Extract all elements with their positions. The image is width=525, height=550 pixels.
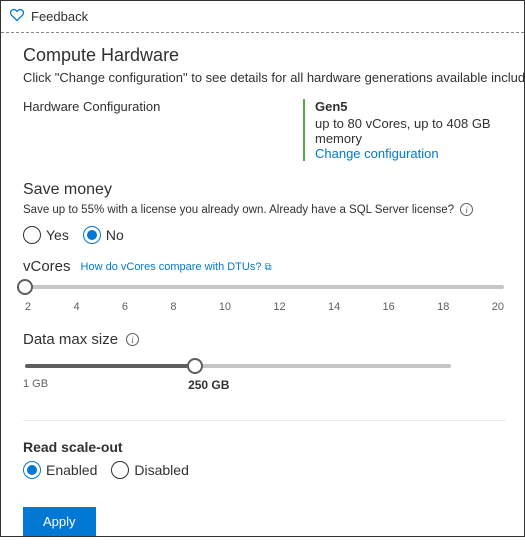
info-icon[interactable]: i [460, 203, 473, 216]
radio-circle-icon [23, 461, 41, 479]
compute-hardware-title: Compute Hardware [23, 45, 506, 66]
apply-button[interactable]: Apply [23, 507, 96, 536]
hardware-config-label: Hardware Configuration [23, 99, 303, 114]
change-configuration-link[interactable]: Change configuration [315, 146, 506, 161]
feedback-bar[interactable]: Feedback [1, 1, 524, 33]
license-yes-label: Yes [46, 227, 69, 243]
slider-thumb-icon[interactable] [17, 279, 33, 295]
read-scale-disabled-radio[interactable]: Disabled [111, 461, 188, 479]
data-size-min: 1 GB [23, 378, 48, 392]
read-scale-out-label: Read scale-out [23, 439, 506, 455]
vcores-label: vCores [23, 258, 71, 275]
read-scale-enabled-radio[interactable]: Enabled [23, 461, 97, 479]
hardware-config-value: Gen5 up to 80 vCores, up to 408 GB memor… [303, 99, 506, 161]
vcores-header: vCores How do vCores compare with DTUs? … [23, 258, 506, 275]
read-scale-radio-group: Enabled Disabled [23, 461, 506, 479]
read-scale-disabled-label: Disabled [134, 462, 188, 478]
license-yes-radio[interactable]: Yes [23, 226, 69, 244]
radio-circle-icon [83, 226, 101, 244]
radio-circle-icon [111, 461, 129, 479]
data-size-value: 250 GB [188, 378, 229, 392]
data-max-size-header: Data max size i [23, 331, 506, 348]
data-size-slider[interactable] [23, 364, 453, 368]
license-no-label: No [106, 227, 124, 243]
hardware-gen: Gen5 [315, 99, 506, 114]
save-money-desc-row: Save up to 55% with a license you alread… [23, 203, 506, 216]
license-no-radio[interactable]: No [83, 226, 124, 244]
save-money-desc: Save up to 55% with a license you alread… [23, 204, 454, 216]
external-link-icon: ⧉ [265, 262, 272, 273]
read-scale-enabled-label: Enabled [46, 462, 97, 478]
hardware-spec: up to 80 vCores, up to 408 GB memory [315, 116, 506, 146]
info-icon[interactable]: i [126, 333, 139, 346]
data-max-size-label: Data max size [23, 331, 118, 348]
license-radio-group: Yes No [23, 226, 506, 244]
vcores-ticks: 2 4 6 8 10 12 14 16 18 20 [23, 301, 506, 313]
save-money-title: Save money [23, 181, 506, 199]
heart-icon [9, 7, 25, 26]
compute-hardware-desc: Click "Change configuration" to see deta… [23, 70, 506, 85]
divider [23, 420, 506, 421]
data-size-labels: 1 GB 250 GB [23, 378, 453, 392]
hardware-config-row: Hardware Configuration Gen5 up to 80 vCo… [23, 99, 506, 161]
feedback-label: Feedback [31, 9, 88, 24]
slider-thumb-icon[interactable] [187, 358, 203, 374]
vcores-slider[interactable] [23, 285, 506, 289]
vcores-help-link[interactable]: How do vCores compare with DTUs? ⧉ [81, 261, 272, 273]
radio-circle-icon [23, 226, 41, 244]
